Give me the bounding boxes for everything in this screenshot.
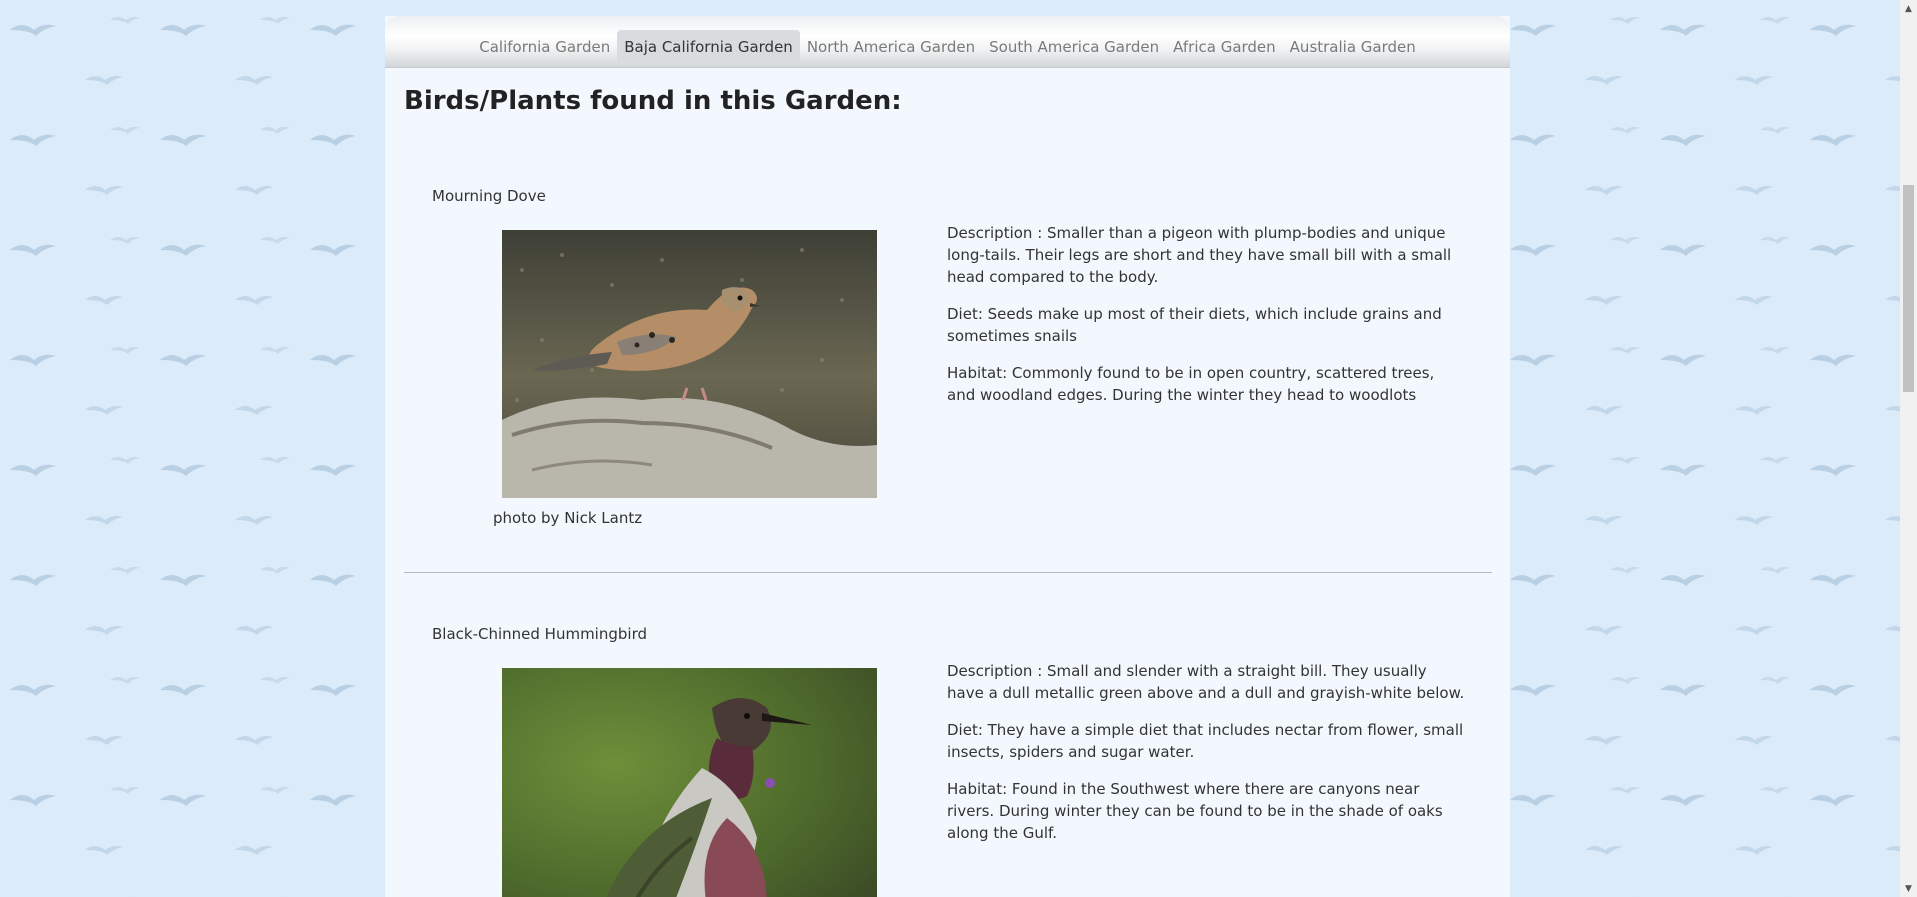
mourning-dove-photo xyxy=(502,230,877,498)
arrow-down-icon[interactable]: ▼ xyxy=(1900,880,1917,897)
bird-diet: Diet: Seeds make up most of their diets,… xyxy=(947,305,1442,345)
hummingbird-photo xyxy=(502,668,877,897)
garden-navbar: California Garden Baja California Garden… xyxy=(385,16,1510,68)
bird-diet: Diet: They have a simple diet that inclu… xyxy=(947,721,1464,761)
vertical-scrollbar[interactable]: ▲ ▼ xyxy=(1900,0,1917,897)
garden-nav-list: California Garden Baja California Garden… xyxy=(472,30,1423,64)
page-title: Birds/Plants found in this Garden: xyxy=(404,86,902,116)
bird-description: Description : Smaller than a pigeon with… xyxy=(947,224,1452,286)
nav-item-north-america-garden[interactable]: North America Garden xyxy=(800,30,982,64)
scrollbar-thumb[interactable] xyxy=(1903,185,1914,392)
nav-item-australia-garden[interactable]: Australia Garden xyxy=(1283,30,1423,64)
bird-habitat: Habitat: Found in the Southwest where th… xyxy=(947,780,1443,842)
entry-divider xyxy=(404,572,1492,573)
bird-info: Description : Smaller than a pigeon with… xyxy=(947,222,1467,421)
bird-description: Description : Small and slender with a s… xyxy=(947,662,1465,702)
nav-item-california-garden[interactable]: California Garden xyxy=(472,30,617,64)
content-panel: California Garden Baja California Garden… xyxy=(385,16,1510,897)
dove-image-icon xyxy=(502,230,877,498)
bird-info: Description : Small and slender with a s… xyxy=(947,660,1467,859)
bird-habitat: Habitat: Commonly found to be in open co… xyxy=(947,364,1435,404)
photo-credit: photo by Nick Lantz xyxy=(493,509,643,527)
bird-name: Black-Chinned Hummingbird xyxy=(432,625,647,643)
arrow-up-icon[interactable]: ▲ xyxy=(1900,0,1917,17)
bird-name: Mourning Dove xyxy=(432,187,546,205)
nav-item-africa-garden[interactable]: Africa Garden xyxy=(1166,30,1283,64)
hummingbird-image-icon xyxy=(502,668,877,897)
nav-item-baja-california-garden[interactable]: Baja California Garden xyxy=(617,30,800,64)
nav-item-south-america-garden[interactable]: South America Garden xyxy=(982,30,1166,64)
